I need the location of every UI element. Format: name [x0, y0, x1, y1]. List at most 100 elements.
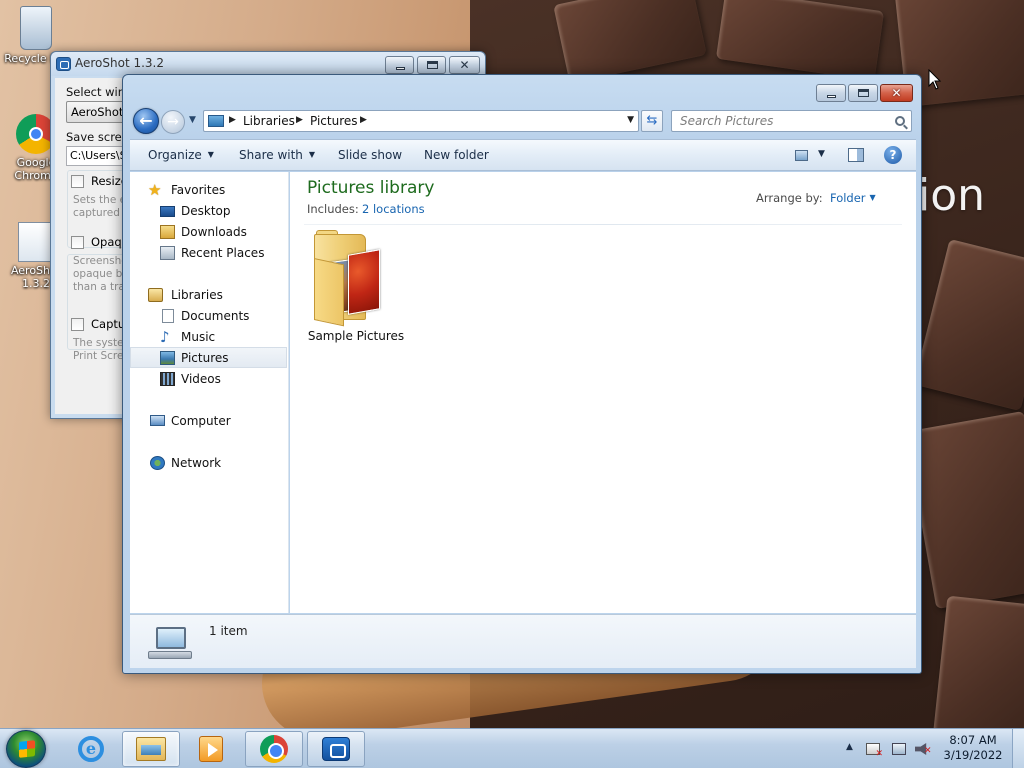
aeroshot-maximize-button[interactable] [417, 56, 446, 74]
arrow-left-icon: ← [139, 111, 153, 130]
explorer-window[interactable]: ✕ ← → ▼ ▶ Libraries ▶ Pictures ▶ ▼ ⇆ Sea… [122, 74, 922, 674]
breadcrumb-arrow-icon[interactable]: ▶ [229, 115, 236, 125]
taskbar-ie[interactable]: e [62, 731, 120, 767]
opaque-checkbox[interactable] [71, 236, 84, 249]
preview-pane-icon[interactable] [848, 148, 864, 162]
nav-network[interactable]: Network [130, 453, 287, 474]
back-button[interactable]: ← [133, 108, 159, 134]
folder-label: Sample Pictures [307, 329, 405, 343]
aeroshot-titlebar[interactable]: AeroShot 1.3.2 ✕ [51, 52, 485, 76]
arrange-by-dropdown[interactable]: Folder ▼ [830, 191, 876, 205]
chevron-down-icon: ▼ [308, 150, 316, 159]
forward-button[interactable]: → [161, 110, 185, 134]
nav-label: Computer [171, 414, 231, 428]
nav-label: Desktop [181, 204, 231, 218]
nav-documents[interactable]: Documents [130, 306, 287, 327]
clock-time: 8:07 AM [949, 733, 997, 747]
music-icon: ♪ [160, 328, 170, 346]
breadcrumb-arrow-icon[interactable]: ▶ [360, 115, 367, 125]
nav-computer[interactable]: Computer [130, 411, 287, 432]
nav-music[interactable]: ♪ Music [130, 327, 287, 348]
search-icon[interactable] [895, 116, 905, 126]
capture-checkbox[interactable] [71, 318, 84, 331]
minimize-icon [395, 67, 405, 70]
breadcrumb-pictures[interactable]: Pictures [310, 114, 358, 128]
taskbar-chrome[interactable] [245, 731, 303, 767]
header-divider [304, 224, 902, 225]
organize-button[interactable]: Organize ▼ [148, 148, 214, 162]
view-options-dropdown[interactable]: ▼ [818, 149, 825, 159]
aeroshot-close-button[interactable]: ✕ [449, 56, 480, 74]
system-clock[interactable]: 8:07 AM 3/19/2022 [940, 733, 1006, 763]
computer-icon [150, 415, 165, 426]
star-icon: ★ [148, 181, 162, 199]
breadcrumb-arrow-icon[interactable]: ▶ [296, 115, 303, 125]
chevron-down-icon: ▼ [207, 150, 214, 159]
help-icon[interactable]: ? [884, 146, 902, 164]
organize-label: Organize [148, 148, 202, 162]
nav-label: Libraries [171, 288, 223, 302]
capture-label: Captu [91, 317, 126, 331]
explorer-maximize-button[interactable] [848, 84, 878, 102]
arrow-right-icon: → [167, 114, 179, 130]
nav-videos[interactable]: Videos [130, 369, 287, 390]
nav-downloads[interactable]: Downloads [130, 222, 287, 243]
clock-date: 3/19/2022 [943, 748, 1003, 762]
share-with-button[interactable]: Share with ▼ [239, 148, 315, 162]
address-dropdown-icon[interactable]: ▼ [627, 115, 634, 125]
slide-show-button[interactable]: Slide show [338, 148, 402, 162]
muted-indicator-icon: ✕ [924, 746, 932, 756]
mouse-pointer-icon [928, 69, 942, 90]
command-bar: Organize ▼ Share with ▼ Slide show New fol… [130, 139, 916, 171]
nav-desktop[interactable]: Desktop [130, 201, 287, 222]
nav-libraries[interactable]: Libraries [130, 285, 287, 306]
nav-label: Music [181, 330, 216, 344]
wallpaper-text: ion [918, 170, 986, 221]
recycle-bin-icon [20, 6, 52, 50]
arrange-by-value: Folder [830, 191, 866, 205]
library-locations-link[interactable]: 2 locations [362, 202, 425, 216]
search-placeholder: Search Pictures [680, 114, 774, 128]
address-bar[interactable]: ▶ Libraries ▶ Pictures ▶ ▼ [203, 110, 639, 132]
nav-pictures[interactable]: Pictures [130, 347, 287, 368]
folder-icon [136, 737, 166, 761]
start-button[interactable] [6, 730, 46, 768]
taskbar-media-player[interactable] [182, 731, 240, 767]
aeroshot-app-icon [56, 57, 71, 71]
folder-item-sample-pictures[interactable]: Sample Pictures [304, 230, 408, 350]
refresh-button[interactable]: ⇆ [641, 110, 663, 132]
media-player-icon [199, 736, 223, 762]
desktop-icon [160, 206, 175, 217]
aeroshot-icon [322, 737, 350, 761]
taskbar-aeroshot[interactable] [307, 731, 365, 767]
close-icon: ✕ [891, 86, 902, 100]
explorer-close-button[interactable]: ✕ [880, 84, 913, 102]
file-list-pane[interactable]: Pictures library Includes: 2 locations A… [290, 172, 916, 613]
show-hidden-icons-button[interactable]: ▲ [846, 742, 853, 752]
recent-places-icon [160, 246, 175, 260]
window-controls: ✕ [816, 84, 913, 102]
aeroshot-minimize-button[interactable] [385, 56, 414, 74]
recent-pages-dropdown[interactable]: ▼ [189, 115, 196, 125]
search-input[interactable]: Search Pictures [671, 110, 912, 132]
change-view-icon[interactable] [795, 150, 808, 161]
pictures-library-icon [208, 115, 224, 127]
new-folder-button[interactable]: New folder [424, 148, 489, 162]
includes-label: Includes: [307, 202, 359, 216]
downloads-folder-icon [160, 225, 175, 239]
breadcrumb-libraries[interactable]: Libraries [243, 114, 295, 128]
pictures-icon [160, 351, 175, 365]
aeroshot-icon [18, 222, 54, 262]
resize-checkbox[interactable] [71, 175, 84, 188]
nav-label: Recent Places [181, 246, 265, 260]
action-center-icon[interactable] [866, 743, 883, 759]
explorer-minimize-button[interactable] [816, 84, 846, 102]
close-icon: ✕ [459, 58, 470, 72]
network-icon[interactable] [892, 743, 906, 755]
nav-favorites[interactable]: ★ Favorites [130, 180, 287, 201]
library-title: Pictures library [307, 178, 435, 198]
taskbar-explorer[interactable] [122, 731, 180, 767]
nav-recent-places[interactable]: Recent Places [130, 243, 287, 264]
nav-label: Pictures [181, 351, 229, 365]
show-desktop-button[interactable] [1012, 729, 1024, 768]
